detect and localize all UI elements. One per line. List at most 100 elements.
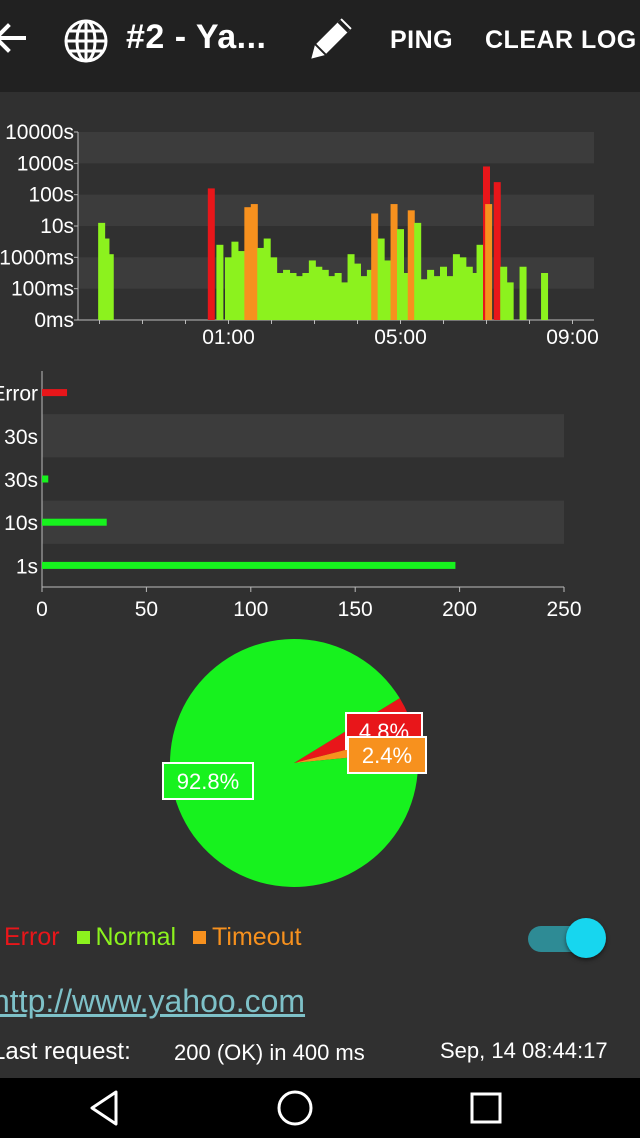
y-tick-label: 1000ms (0, 246, 74, 269)
timeline-bar (289, 273, 297, 320)
y-tick-label: 100ms (11, 278, 74, 301)
clear-log-button[interactable]: CLEAR LOG (485, 26, 637, 55)
timeline-bar (276, 273, 284, 320)
pencil-icon[interactable] (300, 12, 358, 70)
timeline-bar (328, 276, 336, 320)
histogram-bar (42, 561, 456, 569)
timeline-bar (341, 282, 349, 320)
plot-band (78, 132, 594, 164)
y-tick-label: 0ms (34, 309, 74, 332)
timeline-bar (334, 273, 342, 320)
histogram-bar (42, 518, 107, 526)
y-tick-label: 1000s (17, 152, 74, 175)
timeline-bar (377, 238, 385, 320)
page-title: #2 - Ya... (126, 18, 267, 56)
pie-label-timeout: 2.4% (362, 743, 412, 768)
timeline-bar (493, 182, 501, 320)
timeline-bar (407, 210, 415, 320)
category-label: 10s (4, 512, 38, 535)
last-request-status: 200 (OK) in 400 ms (174, 1040, 365, 1065)
timeline-bar (371, 213, 379, 320)
timeline-bar (295, 276, 303, 320)
timeline-bar (231, 241, 239, 320)
response-histogram-chart: Error 30s 30s 10s 1s 0 50 100 150 200 250 (0, 371, 582, 620)
y-tick-label: 100s (28, 184, 74, 207)
x-tick-label: 250 (546, 598, 581, 620)
timeline-bar (401, 273, 409, 320)
timeline-bar (459, 257, 467, 320)
timeline-bar (354, 263, 361, 320)
histogram-bar (42, 389, 68, 397)
last-request-timestamp: Sep, 14 08:44:17 (440, 1038, 608, 1063)
x-tick-label: 05:00 (374, 326, 427, 349)
x-tick-label: 01:00 (202, 326, 255, 349)
home-circle-icon[interactable] (275, 1088, 315, 1128)
timeline-bar (106, 254, 114, 320)
timeline-bar (414, 222, 422, 320)
timeline-bar (315, 266, 323, 320)
timeline-bar (321, 269, 329, 320)
timeline-bar (263, 238, 271, 320)
timeline-bar (283, 269, 291, 320)
timeline-bar (506, 282, 514, 320)
legend-normal-swatch (76, 930, 90, 944)
timeline-bar (237, 251, 245, 320)
recents-square-icon[interactable] (468, 1088, 504, 1128)
chart-legend: Error Normal Timeout (4, 922, 301, 952)
y-tick-label: 10000s (5, 121, 74, 144)
y-tick-label: 10s (40, 215, 74, 238)
timeline-bar (390, 204, 398, 320)
ping-button[interactable]: PING (390, 26, 453, 55)
x-tick-label: 09:00 (546, 326, 599, 349)
timeline-bar (427, 269, 435, 320)
timeline-bar (485, 204, 493, 320)
timeline-bar (302, 273, 310, 320)
plot-band (42, 414, 564, 458)
response-time-chart: 0ms 100ms 1000ms 10s 100s 1000s 10000s 01:00 05:… (0, 121, 599, 349)
x-tick-label: 150 (338, 598, 373, 620)
x-tick-label: 50 (135, 598, 158, 620)
timeline-bar (308, 260, 316, 320)
legend-normal-label: Normal (95, 922, 177, 951)
x-tick-label: 100 (233, 598, 268, 620)
category-label: 1s (16, 555, 38, 578)
x-tick-label: 200 (442, 598, 477, 620)
category-label: Error (0, 383, 38, 406)
category-label: 30s (4, 426, 38, 449)
timeline-bar (347, 254, 355, 320)
legend-timeout-swatch (193, 930, 207, 944)
timeline-bar (476, 244, 484, 320)
timeline-bar (270, 257, 278, 320)
plot-band (78, 194, 594, 226)
last-request-label: Last request: (0, 1038, 131, 1065)
status-pie-chart: 92.8%4.8%2.4% (162, 639, 427, 887)
legend-error-label: Error (4, 922, 60, 951)
timeline-bar (244, 207, 252, 320)
monitor-toggle[interactable] (528, 918, 606, 958)
timeline-bar (207, 188, 215, 320)
app-bar: #2 - Ya... PING CLEAR LOG (0, 0, 640, 92)
timeline-bar (384, 260, 392, 320)
timeline-bar (360, 276, 368, 320)
timeline-bar (446, 276, 454, 320)
timeline-bar (257, 247, 265, 320)
timeline-bar (250, 204, 258, 320)
category-label: 30s (4, 469, 38, 492)
plot-band (42, 500, 564, 544)
timeline-bar (465, 266, 473, 320)
timeline-bar (216, 244, 224, 320)
globe-icon (64, 19, 108, 63)
timeline-bar (433, 276, 441, 320)
back-arrow-icon[interactable] (0, 18, 30, 58)
timeline-bar (420, 279, 428, 320)
back-triangle-icon[interactable] (86, 1088, 122, 1128)
timeline-bar (225, 257, 232, 320)
x-tick-label: 0 (36, 598, 48, 620)
timeline-bar (452, 254, 460, 320)
pie-label-normal: 92.8% (177, 769, 239, 794)
timeline-bar (440, 266, 447, 320)
target-url-link[interactable]: http://www.yahoo.com (0, 983, 305, 1020)
histogram-bar (42, 475, 49, 483)
legend-timeout-label: Timeout (212, 922, 302, 951)
toggle-thumb (566, 918, 606, 958)
